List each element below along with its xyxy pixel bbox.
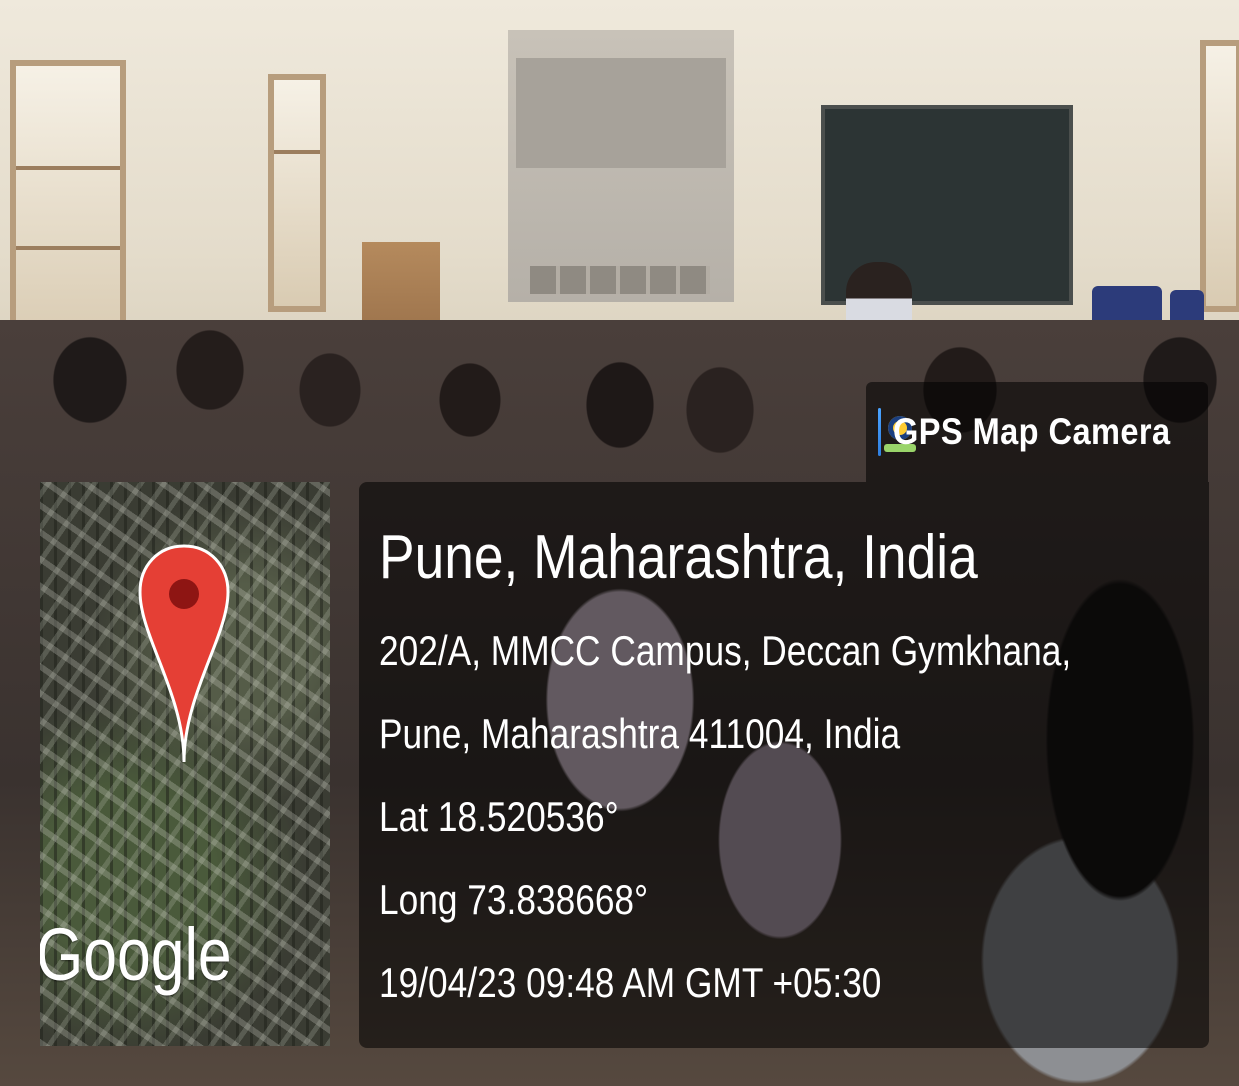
location-info-panel: Pune, Maharashtra, India 202/A, MMCC Cam…: [359, 482, 1209, 1048]
app-badge: GPS Map Camera: [866, 382, 1208, 482]
longitude: Long 73.838668°: [379, 876, 649, 923]
address-line-1: 202/A, MMCC Campus, Deccan Gymkhana,: [379, 627, 1072, 674]
location-title: Pune, Maharashtra, India: [379, 523, 978, 592]
timestamp: 19/04/23 09:48 AM GMT +05:30: [379, 959, 882, 1006]
latitude: Lat 18.520536°: [379, 793, 619, 840]
app-name: GPS Map Camera: [892, 411, 1171, 452]
map-pin-icon: [138, 544, 230, 763]
address-line-2: Pune, Maharashtra 411004, India: [379, 710, 901, 757]
gps-map-camera-icon: [878, 408, 916, 456]
geotag-overlay: GPS Map Camera Google Pune, Maharashtra,…: [0, 0, 1239, 1086]
location-minimap: Google: [40, 482, 330, 1046]
google-logo: Google: [40, 913, 232, 996]
